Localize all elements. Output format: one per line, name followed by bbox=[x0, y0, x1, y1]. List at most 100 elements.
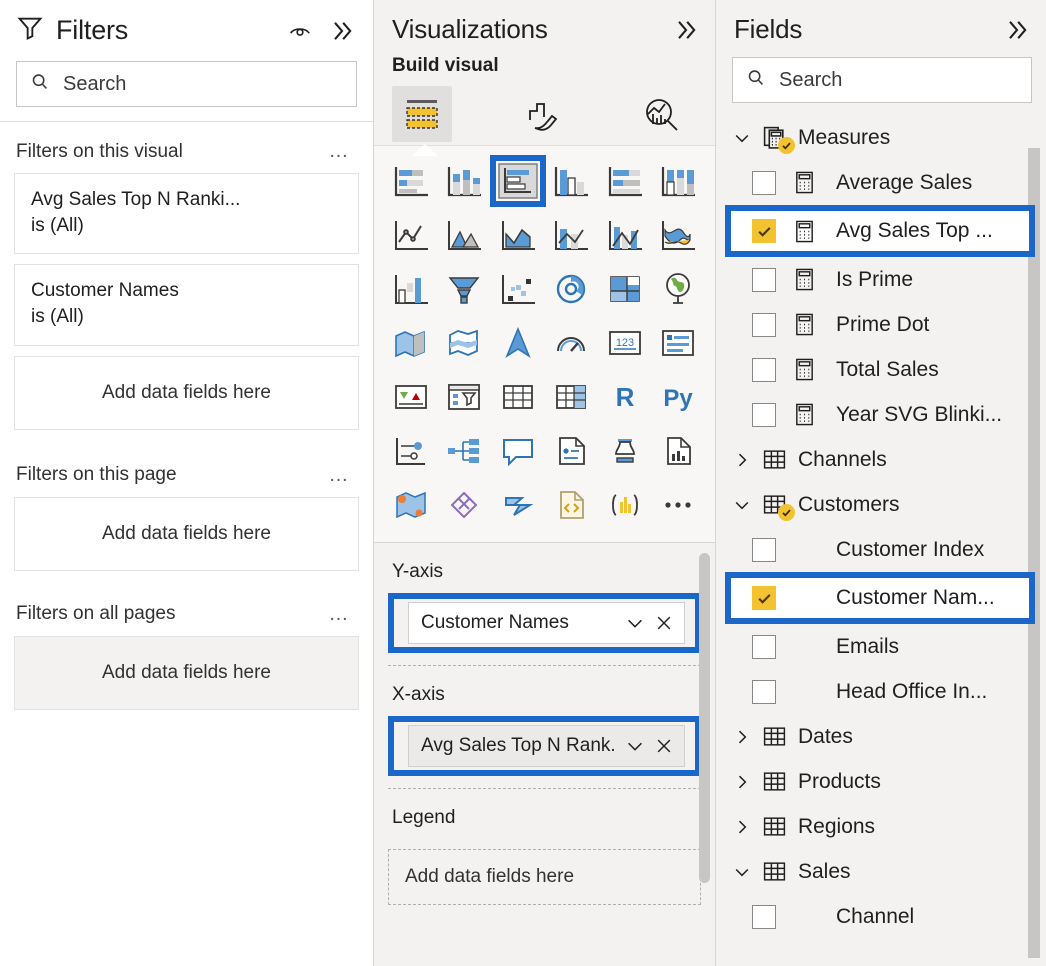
field-customer-names[interactable]: Customer Nam... bbox=[725, 572, 1035, 624]
filter-card[interactable]: Avg Sales Top N Ranki... is (All) bbox=[14, 173, 359, 255]
table-icon[interactable] bbox=[494, 374, 542, 420]
field-checkbox[interactable] bbox=[752, 357, 776, 382]
field-prime-dot[interactable]: Prime Dot bbox=[730, 302, 1046, 347]
100-stacked-bar-chart-icon[interactable] bbox=[601, 158, 649, 204]
field-channel[interactable]: Channel bbox=[730, 894, 1046, 939]
collapse-pane-icon[interactable] bbox=[1002, 15, 1032, 45]
close-icon[interactable] bbox=[654, 736, 674, 756]
field-emails[interactable]: Emails bbox=[730, 624, 1046, 669]
deneb-icon[interactable] bbox=[601, 482, 649, 528]
tree-table-measures[interactable]: Measures bbox=[730, 115, 1046, 160]
python-visual-icon[interactable]: Py bbox=[654, 374, 702, 420]
line-stacked-column-chart-icon[interactable] bbox=[547, 212, 595, 258]
smart-narrative-icon[interactable] bbox=[494, 428, 542, 474]
chevron-right-icon[interactable] bbox=[730, 727, 754, 747]
field-is-prime[interactable]: Is Prime bbox=[730, 257, 1046, 302]
fields-scrollbar[interactable] bbox=[1028, 148, 1040, 958]
chevron-right-icon[interactable] bbox=[730, 772, 754, 792]
tree-table-channels[interactable]: Channels bbox=[730, 437, 1046, 482]
chevron-down-icon[interactable] bbox=[730, 128, 754, 148]
chevron-right-icon[interactable] bbox=[730, 817, 754, 837]
tree-table-sales[interactable]: Sales bbox=[730, 849, 1046, 894]
pie-chart-icon[interactable] bbox=[547, 266, 595, 312]
html-content-icon[interactable] bbox=[547, 482, 595, 528]
clustered-column-chart-icon[interactable] bbox=[547, 158, 595, 204]
field-total-sales[interactable]: Total Sales bbox=[730, 347, 1046, 392]
shape-map-icon[interactable] bbox=[440, 320, 488, 366]
waterfall-chart-icon[interactable] bbox=[387, 266, 435, 312]
chevron-down-icon[interactable] bbox=[730, 862, 754, 882]
collapse-pane-icon[interactable] bbox=[671, 15, 701, 45]
eye-icon[interactable] bbox=[285, 16, 315, 46]
field-customer-index[interactable]: Customer Index bbox=[730, 527, 1046, 572]
chevron-right-icon[interactable] bbox=[730, 450, 754, 470]
chevron-down-icon[interactable] bbox=[624, 735, 646, 757]
field-wells-scrollbar[interactable] bbox=[699, 553, 710, 883]
scatter-chart-icon[interactable] bbox=[494, 266, 542, 312]
filter-dropzone[interactable]: Add data fields here bbox=[14, 496, 359, 571]
search-input[interactable]: Search bbox=[16, 61, 357, 107]
field-checkbox[interactable] bbox=[752, 679, 776, 704]
map-icon[interactable] bbox=[654, 266, 702, 312]
clustered-bar-chart-icon[interactable] bbox=[489, 155, 546, 207]
filter-group-menu-button[interactable]: … bbox=[327, 603, 354, 626]
filter-card[interactable]: Customer Names is (All) bbox=[14, 264, 359, 346]
decomposition-tree-icon[interactable] bbox=[440, 428, 488, 474]
tab-build-visual[interactable] bbox=[392, 86, 453, 142]
filter-dropzone[interactable]: Add data fields here bbox=[14, 355, 359, 430]
field-checkbox[interactable] bbox=[752, 170, 776, 195]
line-chart-icon[interactable] bbox=[387, 212, 435, 258]
field-checkbox[interactable] bbox=[752, 586, 776, 610]
paginated-report-icon[interactable] bbox=[601, 428, 649, 474]
fields-search-input[interactable]: Search bbox=[732, 57, 1032, 103]
kpi-icon[interactable] bbox=[387, 374, 435, 420]
multi-row-card-icon[interactable] bbox=[654, 320, 702, 366]
arcgis-map-icon[interactable] bbox=[387, 482, 435, 528]
more-visuals-icon[interactable] bbox=[654, 482, 702, 528]
azure-map-icon[interactable] bbox=[494, 320, 542, 366]
funnel-chart-icon[interactable] bbox=[440, 266, 488, 312]
metrics-icon[interactable] bbox=[547, 428, 595, 474]
line-clustered-column-chart-icon[interactable] bbox=[601, 212, 649, 258]
field-year-svg-blinking[interactable]: Year SVG Blinki... bbox=[730, 392, 1046, 437]
tree-table-dates[interactable]: Dates bbox=[730, 714, 1046, 759]
tree-table-products[interactable]: Products bbox=[730, 759, 1046, 804]
area-chart-icon[interactable] bbox=[440, 212, 488, 258]
card-icon[interactable]: 123 bbox=[601, 320, 649, 366]
chevron-down-icon[interactable] bbox=[624, 612, 646, 634]
slicer-icon[interactable] bbox=[440, 374, 488, 420]
100-stacked-column-chart-icon[interactable] bbox=[654, 158, 702, 204]
filter-dropzone[interactable]: Add data fields here bbox=[14, 635, 359, 710]
collapse-pane-icon[interactable] bbox=[327, 16, 357, 46]
tree-table-regions[interactable]: Regions bbox=[730, 804, 1046, 849]
field-avg-sales-top-n[interactable]: Avg Sales Top ... bbox=[725, 205, 1035, 257]
matrix-icon[interactable] bbox=[547, 374, 595, 420]
stacked-area-chart-icon[interactable] bbox=[494, 212, 542, 258]
tab-format-visual[interactable] bbox=[512, 86, 572, 142]
tree-table-customers[interactable]: Customers bbox=[730, 482, 1046, 527]
field-checkbox[interactable] bbox=[752, 267, 776, 292]
key-influencers-icon[interactable] bbox=[387, 428, 435, 474]
legend-dropzone[interactable]: Add data fields here bbox=[388, 849, 701, 905]
power-apps-icon[interactable] bbox=[654, 428, 702, 474]
y-axis-field-chip[interactable]: Customer Names bbox=[408, 602, 685, 644]
field-checkbox[interactable] bbox=[752, 904, 776, 929]
stacked-column-chart-icon[interactable] bbox=[440, 158, 488, 204]
r-script-visual-icon[interactable]: R bbox=[601, 374, 649, 420]
field-checkbox[interactable] bbox=[752, 219, 776, 243]
ribbon-chart-icon[interactable] bbox=[654, 212, 702, 258]
filter-group-menu-button[interactable]: … bbox=[327, 464, 354, 487]
gauge-icon[interactable] bbox=[547, 320, 595, 366]
filter-group-menu-button[interactable]: … bbox=[327, 140, 354, 163]
field-average-sales[interactable]: Average Sales bbox=[730, 160, 1046, 205]
filled-map-icon[interactable] bbox=[387, 320, 435, 366]
close-icon[interactable] bbox=[654, 613, 674, 633]
field-checkbox[interactable] bbox=[752, 537, 776, 562]
tab-analytics[interactable] bbox=[631, 86, 691, 142]
field-checkbox[interactable] bbox=[752, 402, 776, 427]
powerapps-diamond-icon[interactable] bbox=[440, 482, 488, 528]
treemap-icon[interactable] bbox=[601, 266, 649, 312]
field-checkbox[interactable] bbox=[752, 312, 776, 337]
stacked-bar-chart-icon[interactable] bbox=[387, 158, 435, 204]
x-axis-field-chip[interactable]: Avg Sales Top N Rank... bbox=[408, 725, 685, 767]
